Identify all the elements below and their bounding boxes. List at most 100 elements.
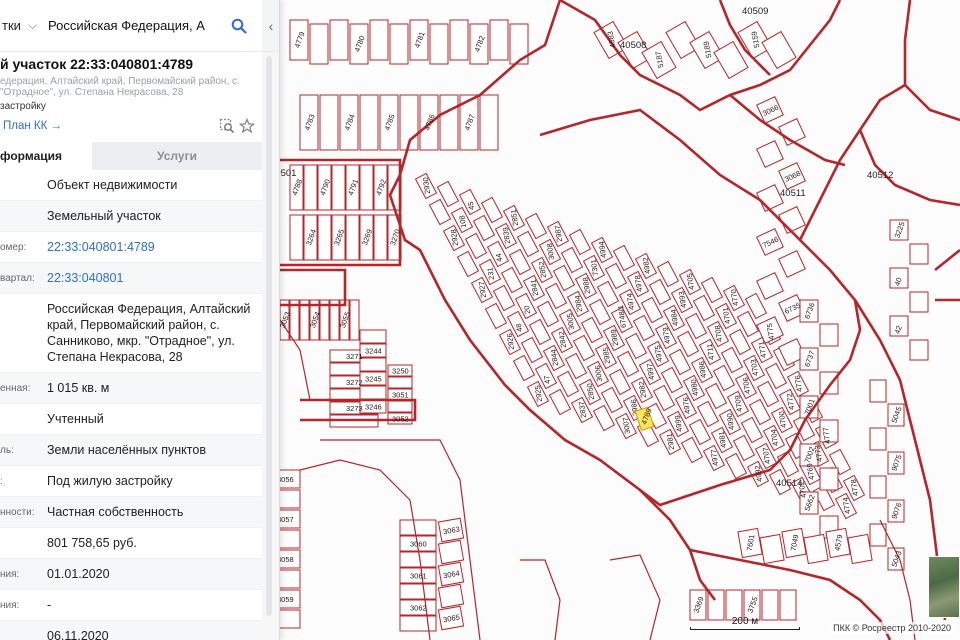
parcel-number: 4992 [753, 465, 764, 483]
parcel-number: 45 [466, 201, 476, 211]
parcel-number: 4700 [777, 411, 788, 429]
attribute-value-link[interactable]: 22:33:040801 [44, 263, 262, 293]
parcel[interactable] [359, 94, 379, 151]
attribute-value: 01.01.2020 [47, 567, 110, 581]
parcel[interactable] [289, 214, 304, 261]
parcel[interactable] [349, 299, 360, 341]
parcel[interactable] [399, 551, 437, 568]
quarter-number: 40511 [780, 188, 806, 199]
parcel[interactable] [329, 19, 349, 61]
parcel[interactable] [399, 583, 437, 600]
parcel-number: 2930 [421, 177, 432, 195]
tab-services[interactable]: Услуги [92, 142, 262, 170]
parcel[interactable] [819, 467, 839, 491]
parcel[interactable] [869, 427, 887, 451]
parcel[interactable] [909, 339, 929, 361]
parcel[interactable] [803, 533, 829, 565]
chevron-down-icon[interactable]: ⌵ [28, 18, 40, 33]
parcel[interactable] [761, 30, 797, 70]
parcel[interactable] [345, 214, 360, 261]
parcel-number: 2928 [449, 229, 460, 247]
parcel[interactable] [759, 533, 785, 565]
star-icon[interactable] [239, 118, 255, 134]
parcel[interactable] [317, 214, 332, 261]
parcel[interactable] [359, 164, 374, 211]
parcel-number: 3007 [621, 417, 632, 435]
parcel[interactable] [429, 23, 449, 65]
parcel[interactable] [387, 376, 413, 389]
parcel-number: 4709 [733, 395, 744, 413]
parcel-number: 2982 [637, 381, 648, 399]
search-input[interactable] [48, 18, 220, 33]
scrollbar-thumb[interactable] [266, 56, 272, 616]
parcel[interactable] [439, 94, 459, 151]
attribute-value: Земли населённых пунктов [47, 443, 206, 457]
scale-bar: 200 м [690, 616, 800, 632]
parcel[interactable] [869, 379, 887, 403]
attribute-row: : Под жилую застройку [0, 466, 262, 497]
zoom-to-object-icon[interactable] [219, 118, 235, 134]
collapse-panel-button[interactable]: ‹ [262, 0, 279, 52]
parcel[interactable] [319, 94, 339, 151]
parcel[interactable] [819, 371, 839, 395]
attribute-row: енная: 1 015 кв. м [0, 373, 262, 404]
parcel-layer[interactable] [269, 19, 929, 632]
parcel-number: 3273 [346, 404, 363, 413]
parcel[interactable] [359, 385, 387, 400]
parcel[interactable] [369, 19, 389, 61]
parcel[interactable] [309, 23, 329, 65]
parcel-number: 2988 [581, 277, 592, 295]
parcel[interactable] [331, 164, 346, 211]
search-button[interactable] [226, 13, 252, 39]
parcel[interactable] [756, 140, 784, 168]
attribute-value-link[interactable]: 22:33:040801:4789 [44, 232, 262, 262]
tab-information[interactable]: формация [0, 142, 92, 170]
plan-kk-link[interactable]: План КК → [3, 120, 62, 132]
object-address: едерация, Алтайский край, Первомайский р… [0, 76, 240, 98]
parcel-number: 4978 [633, 275, 644, 293]
parcel-number: 48 [514, 323, 524, 333]
parcel[interactable] [373, 214, 388, 261]
parcel[interactable] [399, 519, 437, 536]
parcel[interactable] [778, 206, 806, 234]
attribute-row: ль: Земли населённых пунктов [0, 435, 262, 466]
parcel[interactable] [479, 94, 499, 151]
parcel-number: 231 [485, 267, 496, 281]
parcel[interactable] [449, 19, 469, 61]
parcel[interactable] [869, 475, 887, 499]
parcel-number: 4990 [725, 413, 736, 431]
parcel[interactable] [909, 243, 929, 265]
parcel[interactable] [437, 539, 465, 565]
parcel-number: 4974 [625, 293, 636, 311]
parcel[interactable] [909, 291, 929, 313]
parcel[interactable] [399, 615, 437, 632]
parcel-number: 4704 [769, 429, 780, 447]
attribute-row: 801 758,65 руб. [0, 528, 262, 559]
parcel[interactable] [389, 23, 409, 65]
parcel[interactable] [819, 323, 839, 347]
search-type-select[interactable]: тки [0, 18, 24, 33]
attribute-key: ния: [0, 569, 20, 580]
attribute-key [0, 404, 44, 434]
parcel-number: 2841 [529, 279, 540, 297]
parcel[interactable] [778, 250, 806, 278]
parcel[interactable] [387, 400, 413, 413]
parcel[interactable] [303, 164, 318, 211]
parcel-number: 3006 [593, 365, 604, 383]
basemap-switcher-thumbnail[interactable] [928, 556, 960, 618]
parcel[interactable] [359, 329, 387, 344]
attribute-value: 801 758,65 руб. [47, 536, 137, 550]
object-purpose: застройку [0, 101, 46, 112]
parcel[interactable] [437, 583, 465, 609]
parcel-number: 3250 [392, 367, 409, 376]
parcel[interactable] [847, 533, 873, 565]
arrow-right-icon: → [50, 120, 63, 132]
parcel[interactable] [756, 272, 784, 300]
parcel-number: 4772 [785, 393, 796, 411]
parcel[interactable] [489, 19, 509, 61]
parcel-number: 4701 [721, 307, 732, 325]
attribute-key: омер: [0, 242, 27, 253]
parcel[interactable] [359, 357, 387, 372]
parcel-number: 4770 [729, 289, 740, 307]
attribute-key: ль: [0, 445, 14, 456]
